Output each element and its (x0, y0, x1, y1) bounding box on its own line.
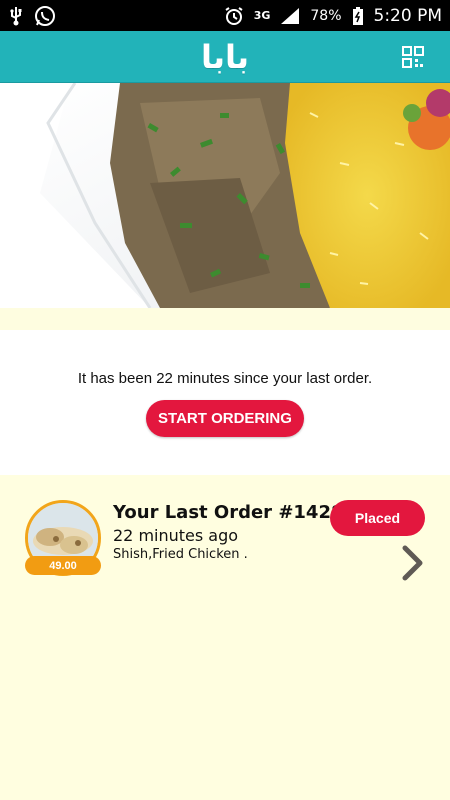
app-logo: بابا (200, 37, 250, 76)
price-badge: 49.00 (25, 556, 101, 575)
chevron-right-icon[interactable] (398, 543, 426, 583)
order-status-badge: Placed (330, 500, 425, 536)
usb-icon (8, 6, 24, 26)
whatsapp-icon (34, 5, 56, 27)
alarm-icon (224, 6, 244, 26)
app-bar: بابا (0, 31, 450, 83)
network-type: 3G (253, 9, 271, 22)
qr-code-icon[interactable] (402, 46, 424, 68)
divider-strip (0, 308, 450, 330)
clock: 5:20 PM (373, 5, 443, 26)
order-title: Your Last Order #14287 (113, 502, 357, 523)
battery-percent: 78% (310, 7, 342, 24)
signal-icon (280, 7, 300, 25)
hero-food-image (0, 83, 450, 308)
start-ordering-button[interactable]: START ORDERING (146, 400, 304, 437)
last-order-card[interactable]: 49.00 Your Last Order #14287 22 minutes … (0, 475, 450, 800)
battery-icon (352, 6, 364, 26)
elapsed-time-text: It has been 22 minutes since your last o… (77, 370, 373, 387)
order-time-ago: 22 minutes ago (113, 526, 239, 545)
order-items: Shish,Fried Chicken . (113, 547, 248, 562)
status-bar: 3G 78% 5:20 PM (0, 0, 450, 31)
